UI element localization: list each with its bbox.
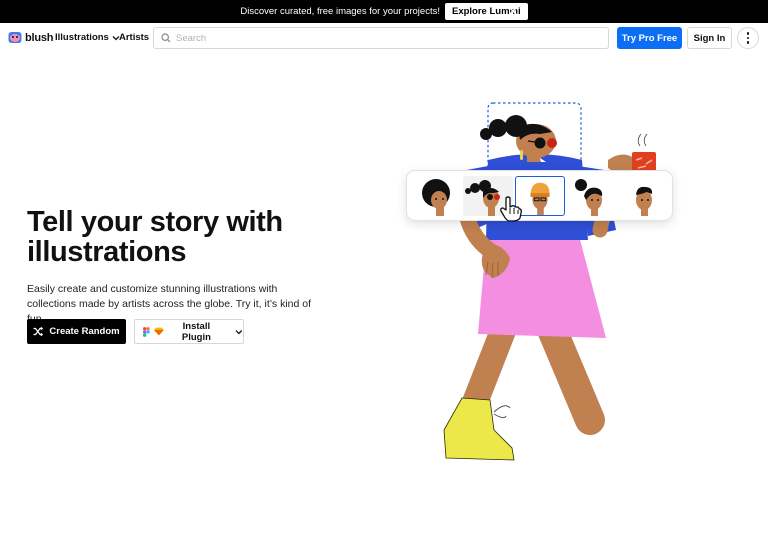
variant-beanie[interactable]: [515, 176, 565, 216]
chevron-down-icon: [235, 329, 243, 334]
hero-title: Tell your story with illustrations: [27, 206, 283, 268]
sign-in-button[interactable]: Sign In: [687, 27, 732, 49]
create-random-button[interactable]: Create Random: [27, 319, 126, 344]
artists-link[interactable]: Artists: [119, 32, 149, 43]
variant-ponytail[interactable]: [567, 176, 617, 216]
hero-illustration: [443, 102, 656, 461]
variant-short-hair[interactable]: [619, 176, 669, 216]
pointer-hand-icon: [500, 196, 522, 222]
blush-logo-icon: [8, 32, 22, 43]
more-icon: [746, 32, 750, 35]
search-input[interactable]: [176, 32, 576, 44]
brand-name: blush: [25, 31, 54, 44]
promo-message: Discover curated, free images for your p…: [240, 6, 440, 17]
try-pro-button[interactable]: Try Pro Free: [617, 27, 682, 49]
brand-logo[interactable]: blush: [8, 31, 54, 44]
install-plugin-button[interactable]: Install Plugin: [134, 319, 244, 344]
variant-picker: [406, 170, 673, 221]
figma-icon: [143, 326, 150, 337]
create-random-label: Create Random: [49, 326, 120, 337]
shuffle-icon: [33, 327, 44, 336]
close-icon[interactable]: [506, 4, 520, 18]
search-bar[interactable]: [153, 27, 609, 49]
more-menu-button[interactable]: [737, 27, 759, 49]
sketch-icon: [153, 327, 164, 336]
illustrations-label: Illustrations: [55, 32, 109, 43]
top-nav: blush Illustrations Artists Try Pro Free…: [0, 23, 768, 54]
illustrations-menu[interactable]: Illustrations: [55, 32, 120, 43]
install-plugin-label: Install Plugin: [181, 320, 211, 343]
search-icon: [161, 33, 171, 43]
variant-afro[interactable]: [412, 176, 462, 216]
promo-banner: Discover curated, free images for your p…: [0, 0, 768, 23]
